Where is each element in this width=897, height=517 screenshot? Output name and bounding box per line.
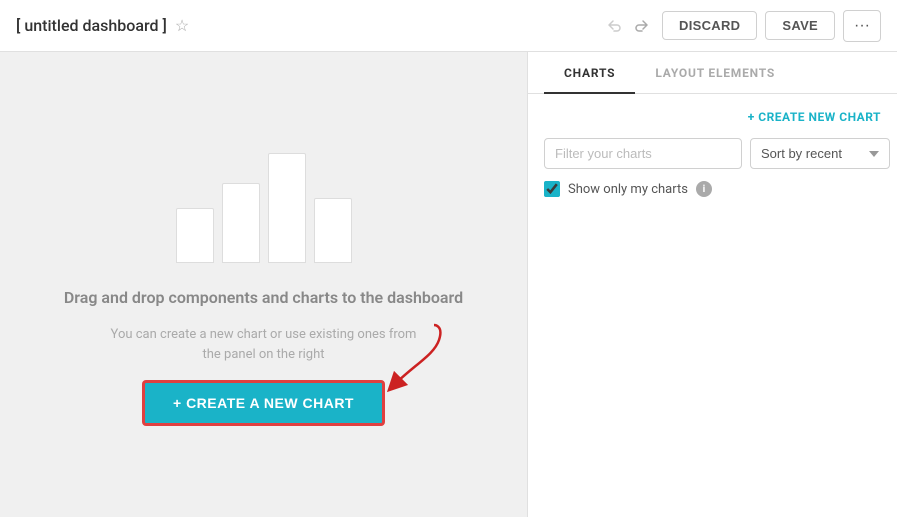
bar-3	[268, 153, 306, 263]
bar-2	[222, 183, 260, 263]
more-options-button[interactable]: ···	[843, 10, 881, 42]
main-content: Drag and drop components and charts to t…	[0, 52, 897, 517]
show-only-label: Show only my charts	[568, 182, 688, 197]
panel-tabs: CHARTS LAYOUT ELEMENTS	[528, 52, 897, 94]
create-new-chart-link[interactable]: + CREATE NEW CHART	[544, 110, 881, 124]
header: [ untitled dashboard ] ☆ DISCARD SAVE ··…	[0, 0, 897, 52]
redo-button[interactable]	[630, 14, 654, 38]
tab-layout-elements[interactable]: LAYOUT ELEMENTS	[635, 52, 795, 94]
undo-button[interactable]	[602, 14, 626, 38]
sort-select[interactable]: Sort by recent Sort by name Sort by olde…	[750, 138, 890, 169]
dashboard-title: [ untitled dashboard ]	[16, 16, 167, 35]
filter-charts-input[interactable]	[544, 138, 742, 169]
undo-redo-group	[602, 14, 654, 38]
save-button[interactable]: SAVE	[765, 11, 835, 40]
arrow-container: + CREATE A NEW CHART	[74, 380, 454, 426]
tab-charts[interactable]: CHARTS	[544, 52, 635, 94]
dashboard-canvas: Drag and drop components and charts to t…	[0, 52, 527, 517]
info-icon[interactable]: i	[696, 181, 712, 197]
create-chart-button[interactable]: + CREATE A NEW CHART	[142, 380, 385, 426]
empty-chart-illustration	[176, 143, 352, 263]
panel-body: + CREATE NEW CHART Sort by recent Sort b…	[528, 94, 897, 517]
bar-4	[314, 198, 352, 263]
more-icon: ···	[854, 17, 870, 35]
show-only-row: Show only my charts i	[544, 181, 881, 197]
header-right: DISCARD SAVE ···	[602, 10, 881, 42]
favorite-icon[interactable]: ☆	[175, 16, 189, 35]
bar-1	[176, 208, 214, 263]
filter-row: Sort by recent Sort by name Sort by olde…	[544, 138, 881, 169]
header-left: [ untitled dashboard ] ☆	[16, 16, 189, 35]
empty-state-subtitle: You can create a new chart or use existi…	[104, 325, 424, 364]
show-only-checkbox[interactable]	[544, 181, 560, 197]
right-panel: CHARTS LAYOUT ELEMENTS + CREATE NEW CHAR…	[527, 52, 897, 517]
empty-state-title: Drag and drop components and charts to t…	[64, 287, 463, 309]
discard-button[interactable]: DISCARD	[662, 11, 757, 40]
